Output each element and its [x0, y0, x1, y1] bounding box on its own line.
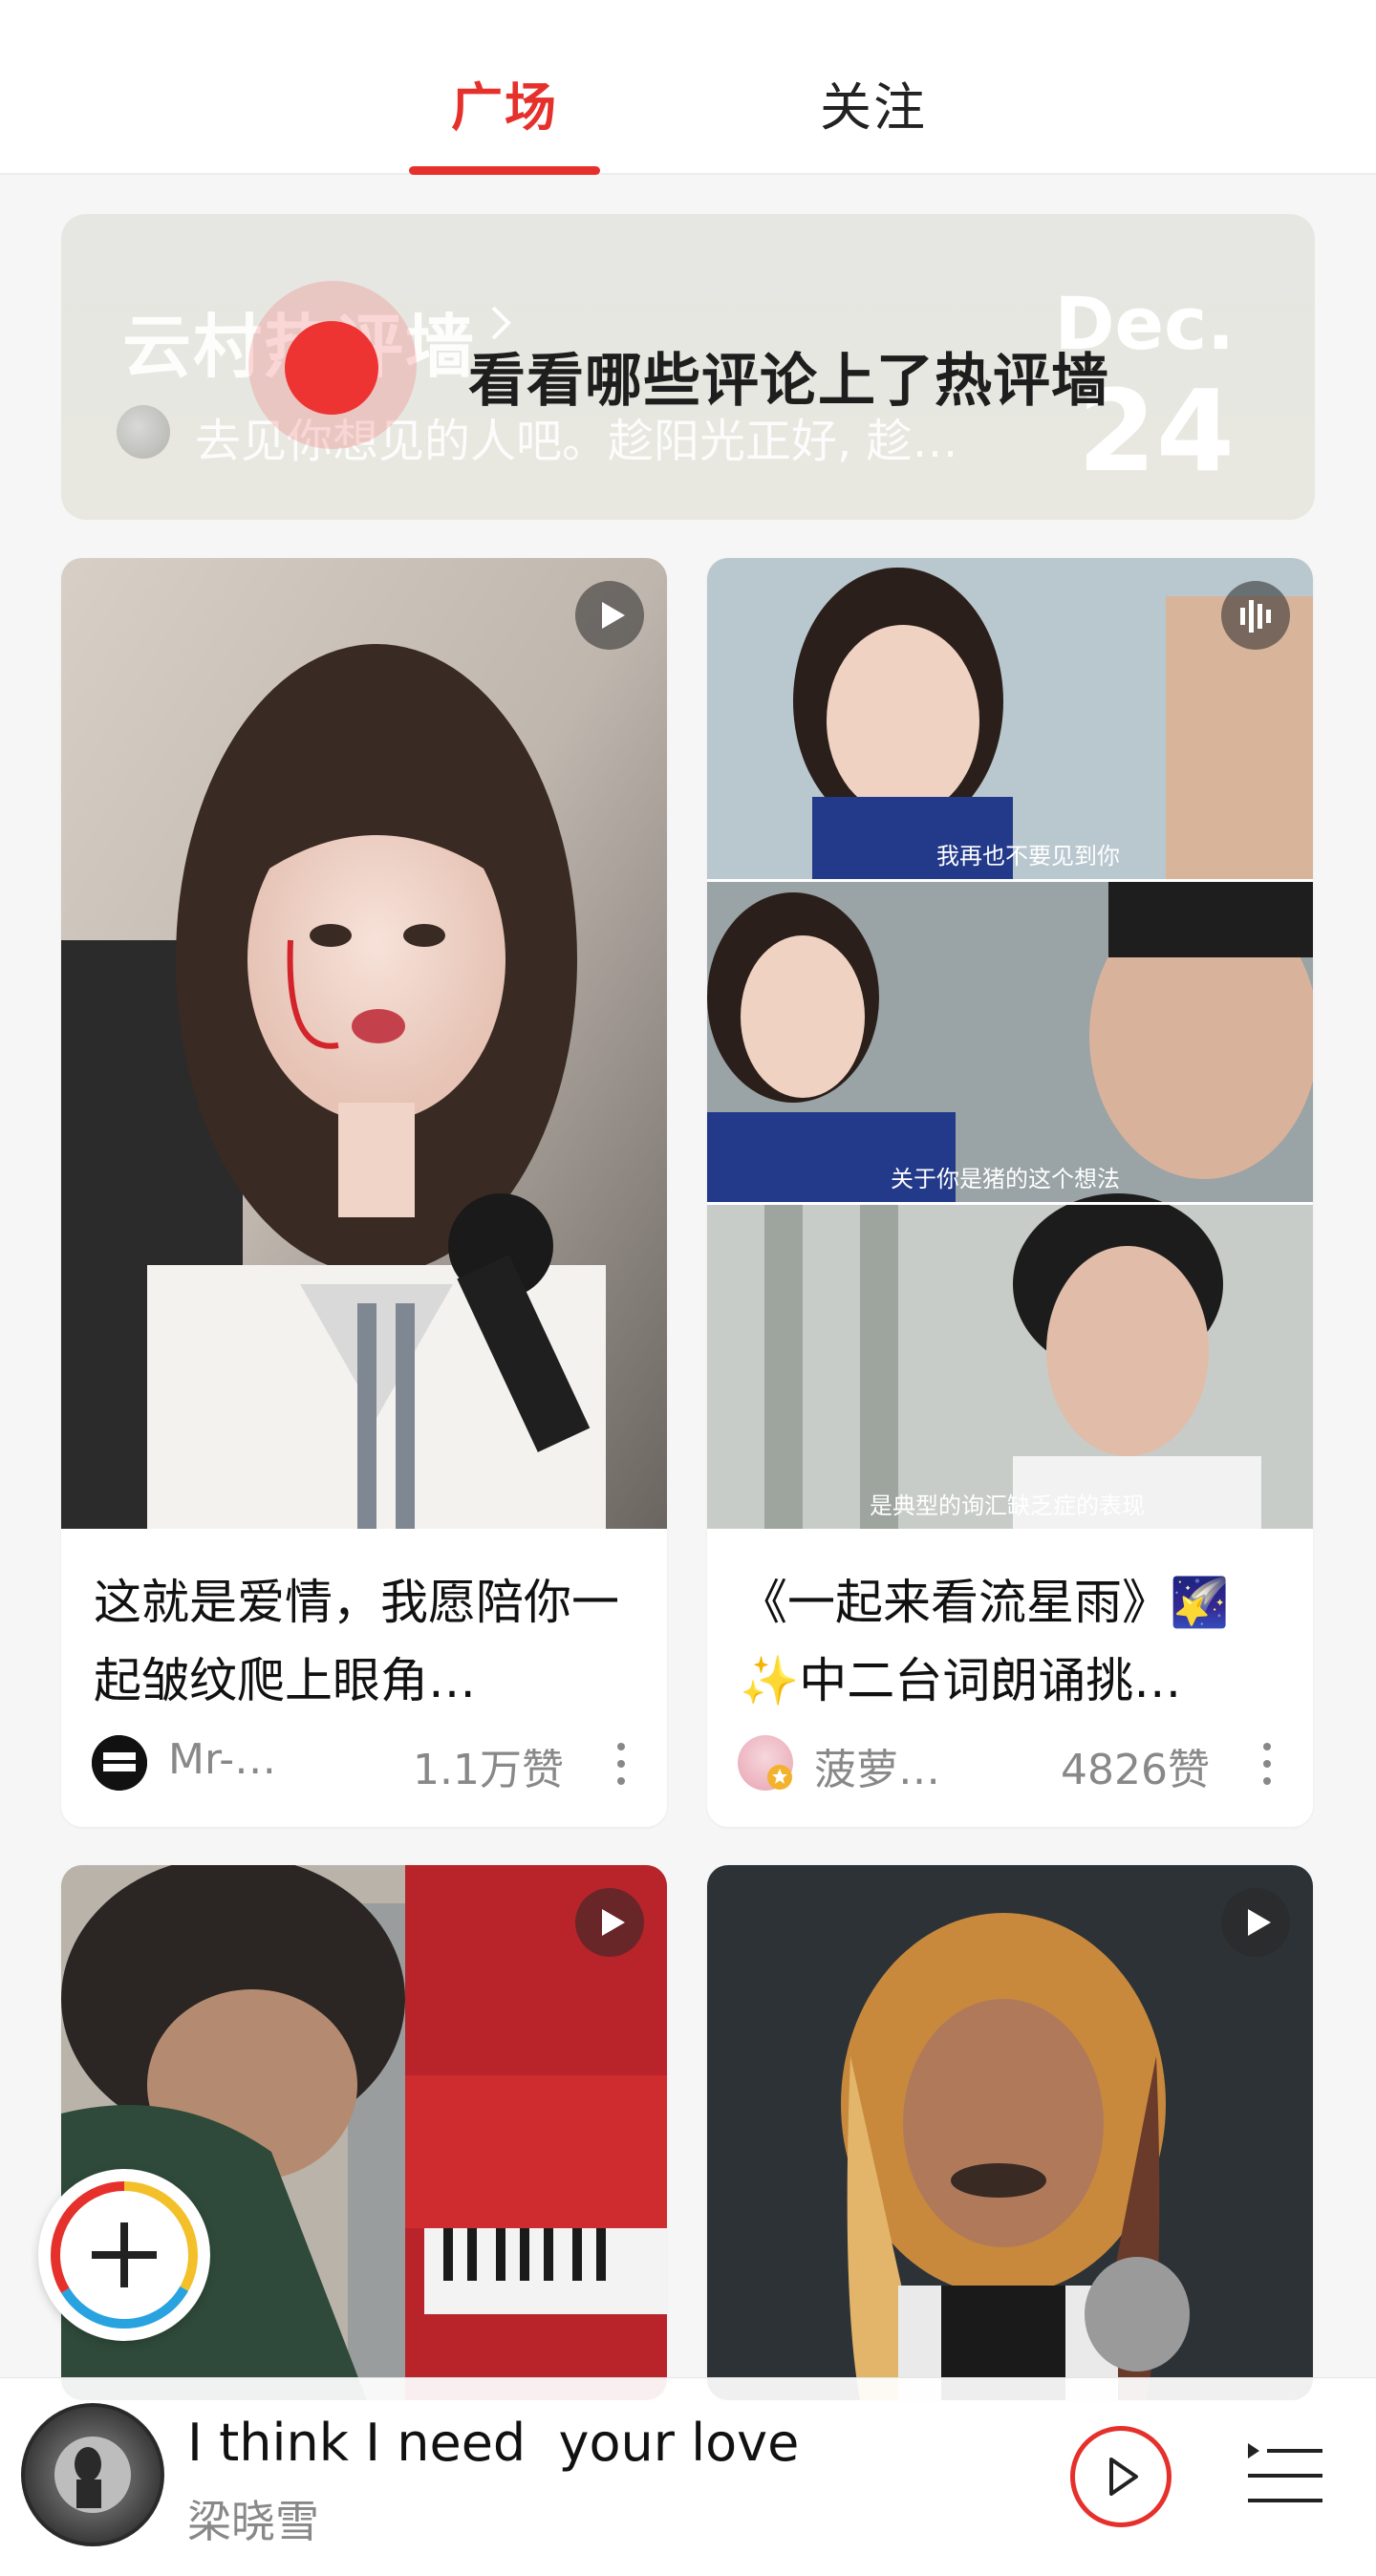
top-tab-bar: 广场 关注	[0, 0, 1376, 175]
avatar[interactable]	[92, 1735, 147, 1791]
avatar-logo-icon	[92, 1735, 147, 1791]
star-badge-icon	[767, 1765, 792, 1790]
tab-square[interactable]: 广场	[451, 75, 558, 141]
song-title: I think I need your love	[187, 2413, 800, 2473]
play-badge	[575, 1888, 644, 1957]
play-icon	[602, 602, 625, 629]
tab-follow[interactable]: 关注	[820, 75, 927, 141]
mini-player[interactable]: I think I need your love 梁晓雪	[0, 2377, 1376, 2576]
album-art[interactable]	[21, 2403, 164, 2546]
card-author[interactable]: Mr-…	[168, 1735, 276, 1784]
play-icon	[1248, 1909, 1271, 1936]
play-button[interactable]	[1070, 2426, 1172, 2527]
subtitle-text-1: 我再也不要见到你	[936, 843, 1120, 869]
card-title: 这就是爱情，我愿陪你一起皱纹爬上眼角…	[94, 1575, 619, 1708]
video-card[interactable]	[707, 1865, 1313, 2400]
playlist-icon[interactable]	[1242, 2434, 1328, 2520]
card-likes: 1.1万赞	[413, 1746, 564, 1794]
banner-commenter-avatar	[117, 405, 170, 459]
play-icon	[602, 1909, 625, 1936]
play-icon	[1109, 2458, 1138, 2496]
play-badge	[1221, 1888, 1290, 1957]
create-post-button[interactable]	[38, 2169, 210, 2341]
more-icon[interactable]	[1261, 1741, 1273, 1787]
play-badge	[575, 581, 644, 650]
record-dot-icon	[285, 321, 378, 415]
song-artist: 梁晓雪	[187, 2496, 319, 2547]
plus-icon	[51, 2181, 198, 2329]
sound-wave-icon	[1240, 600, 1271, 633]
subtitle-text-3: 是典型的询汇缺乏症的表现	[870, 1492, 1145, 1519]
hot-comments-banner[interactable]: 云村热评墙 Dec. 24 去见你想见的人吧。趁阳光正好, 趁… 看看哪些评论上…	[61, 214, 1315, 520]
avatar[interactable]	[738, 1735, 793, 1791]
card-author[interactable]: 菠萝…	[814, 1735, 940, 1796]
video-card[interactable]: 这就是爱情，我愿陪你一起皱纹爬上眼角… Mr-… 1.1万赞	[61, 558, 667, 1827]
card-title: 《一起来看流星雨》🌠✨中二台词朗诵挑…	[740, 1575, 1230, 1708]
subtitle-text-2: 关于你是猪的这个想法	[891, 1166, 1120, 1192]
video-card[interactable]: 我再也不要见到你 关于你是猪的这个想法 是典型的询汇缺乏症的表现 《一起来看流星…	[707, 558, 1313, 1827]
active-tab-indicator	[409, 166, 600, 175]
banner-overlay-caption: 看看哪些评论上了热评墙	[468, 348, 1109, 415]
sound-badge	[1221, 581, 1290, 650]
video-thumbnail: 我再也不要见到你 关于你是猪的这个想法 是典型的询汇缺乏症的表现	[707, 558, 1313, 1529]
video-thumbnail	[61, 558, 667, 1529]
card-likes: 4826赞	[1061, 1746, 1210, 1794]
more-icon[interactable]	[615, 1741, 627, 1787]
